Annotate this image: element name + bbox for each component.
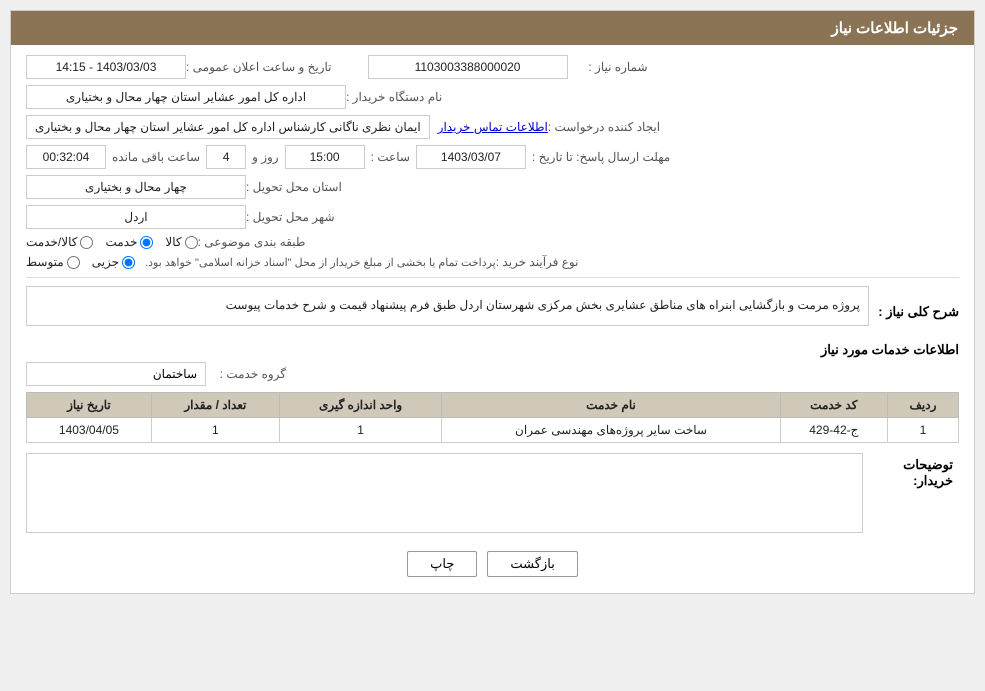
- category-kala-khadamat-item[interactable]: کالا/خدمت: [26, 235, 93, 249]
- response-deadline-label: مهلت ارسال پاسخ: تا تاریخ :: [532, 150, 670, 164]
- print-button[interactable]: چاپ: [407, 551, 477, 577]
- group-service-row: گروه خدمت :: [26, 362, 959, 386]
- announce-label: تاریخ و ساعت اعلان عمومی :: [186, 60, 332, 74]
- contact-link[interactable]: اطلاعات تماس خریدار: [438, 120, 548, 134]
- category-khadamat-radio[interactable]: [140, 236, 153, 249]
- response-days-value: 4: [206, 145, 246, 169]
- province-value: چهار محال و بختیاری: [26, 175, 246, 199]
- purchase-type-radio-group: متوسط جزیی: [26, 255, 135, 269]
- button-row: بازگشت چاپ: [26, 541, 959, 583]
- col-quantity: تعداد / مقدار: [151, 392, 279, 417]
- category-kala-radio[interactable]: [185, 236, 198, 249]
- deadline-row: مهلت ارسال پاسخ: تا تاریخ : 1403/03/07 س…: [26, 145, 959, 169]
- need-number-value: 1103003388000020: [368, 55, 568, 79]
- category-row: طبقه بندی موضوعی : کالا/خدمت خدمت کالا: [26, 235, 959, 249]
- remaining-value: 00:32:04: [26, 145, 106, 169]
- city-value: اردل: [26, 205, 246, 229]
- province-label: استان محل تحویل :: [246, 180, 342, 194]
- table-row: 1ج-42-429ساخت سایر پروژه‌های مهندسی عمرا…: [27, 417, 959, 442]
- category-label: طبقه بندی موضوعی :: [198, 235, 306, 249]
- response-days-label: روز و: [252, 150, 279, 164]
- need-number-label: شماره نیاز :: [568, 60, 648, 74]
- col-delivery-date: تاریخ نیاز: [27, 392, 152, 417]
- purchase-type-row: نوع فرآیند خرید : متوسط جزیی پرداخت تمام…: [26, 255, 959, 269]
- group-service-input[interactable]: [26, 362, 206, 386]
- purchase-jozi-label: جزیی: [92, 255, 119, 269]
- category-khadamat-label: خدمت: [105, 235, 137, 249]
- description-text: پروژه مرمت و بازگشایی ابنراه های مناطق ع…: [26, 286, 869, 326]
- city-row: شهر محل تحویل : اردل: [26, 205, 959, 229]
- city-label: شهر محل تحویل :: [246, 210, 335, 224]
- category-kala-khadamat-label: کالا/خدمت: [26, 235, 77, 249]
- col-row-num: ردیف: [887, 392, 958, 417]
- creator-label: ایجاد کننده درخواست :: [548, 120, 660, 134]
- col-unit: واحد اندازه گیری: [279, 392, 441, 417]
- category-radio-group: کالا/خدمت خدمت کالا: [26, 235, 198, 249]
- purchase-motavaset-radio[interactable]: [67, 256, 80, 269]
- buyer-org-row: نام دستگاه خریدار : اداره کل امور عشایر …: [26, 85, 959, 109]
- response-time-label: ساعت :: [371, 150, 410, 164]
- category-kala-item[interactable]: کالا: [165, 235, 197, 249]
- province-row: استان محل تحویل : چهار محال و بختیاری: [26, 175, 959, 199]
- response-date-value: 1403/03/07: [416, 145, 526, 169]
- services-section-label: اطلاعات خدمات مورد نیاز: [26, 342, 959, 358]
- description-label: شرح کلی نیاز :: [869, 304, 959, 320]
- panel-title: جزئیات اطلاعات نیاز: [11, 11, 974, 45]
- announce-value: 1403/03/03 - 14:15: [26, 55, 186, 79]
- purchase-note: پرداخت تمام یا بخشی از مبلغ خریدار از مح…: [145, 256, 496, 269]
- notes-row: توضیحات خریدار:: [26, 453, 959, 533]
- response-time-value: 15:00: [285, 145, 365, 169]
- purchase-motavaset-item[interactable]: متوسط: [26, 255, 80, 269]
- creator-row: ایجاد کننده درخواست : اطلاعات تماس خریدا…: [26, 115, 959, 139]
- remaining-label: ساعت باقی مانده: [112, 150, 200, 164]
- purchase-jozi-radio[interactable]: [122, 256, 135, 269]
- category-kala-label: کالا: [165, 235, 181, 249]
- description-row: شرح کلی نیاز : پروژه مرمت و بازگشایی ابن…: [26, 286, 959, 334]
- category-khadamat-item[interactable]: خدمت: [105, 235, 153, 249]
- notes-label: توضیحات خریدار:: [863, 453, 953, 489]
- group-service-label: گروه خدمت :: [206, 367, 286, 381]
- buyer-notes-textarea[interactable]: [26, 453, 863, 533]
- col-service-code: کد خدمت: [780, 392, 887, 417]
- purchase-motavaset-label: متوسط: [26, 255, 64, 269]
- need-number-row: شماره نیاز : 1103003388000020 تاریخ و سا…: [26, 55, 959, 79]
- col-service-name: نام خدمت: [442, 392, 780, 417]
- services-table: ردیف کد خدمت نام خدمت واحد اندازه گیری ت…: [26, 392, 959, 443]
- back-button[interactable]: بازگشت: [487, 551, 577, 577]
- buyer-org-value: اداره کل امور عشایر استان چهار محال و بخ…: [26, 85, 346, 109]
- category-kala-khadamat-radio[interactable]: [80, 236, 93, 249]
- creator-value: ایمان نظری ناگانی کارشناس اداره کل امور …: [26, 115, 430, 139]
- purchase-type-label: نوع فرآیند خرید :: [496, 255, 579, 269]
- buyer-org-label: نام دستگاه خریدار :: [346, 90, 442, 104]
- purchase-jozi-item[interactable]: جزیی: [92, 255, 135, 269]
